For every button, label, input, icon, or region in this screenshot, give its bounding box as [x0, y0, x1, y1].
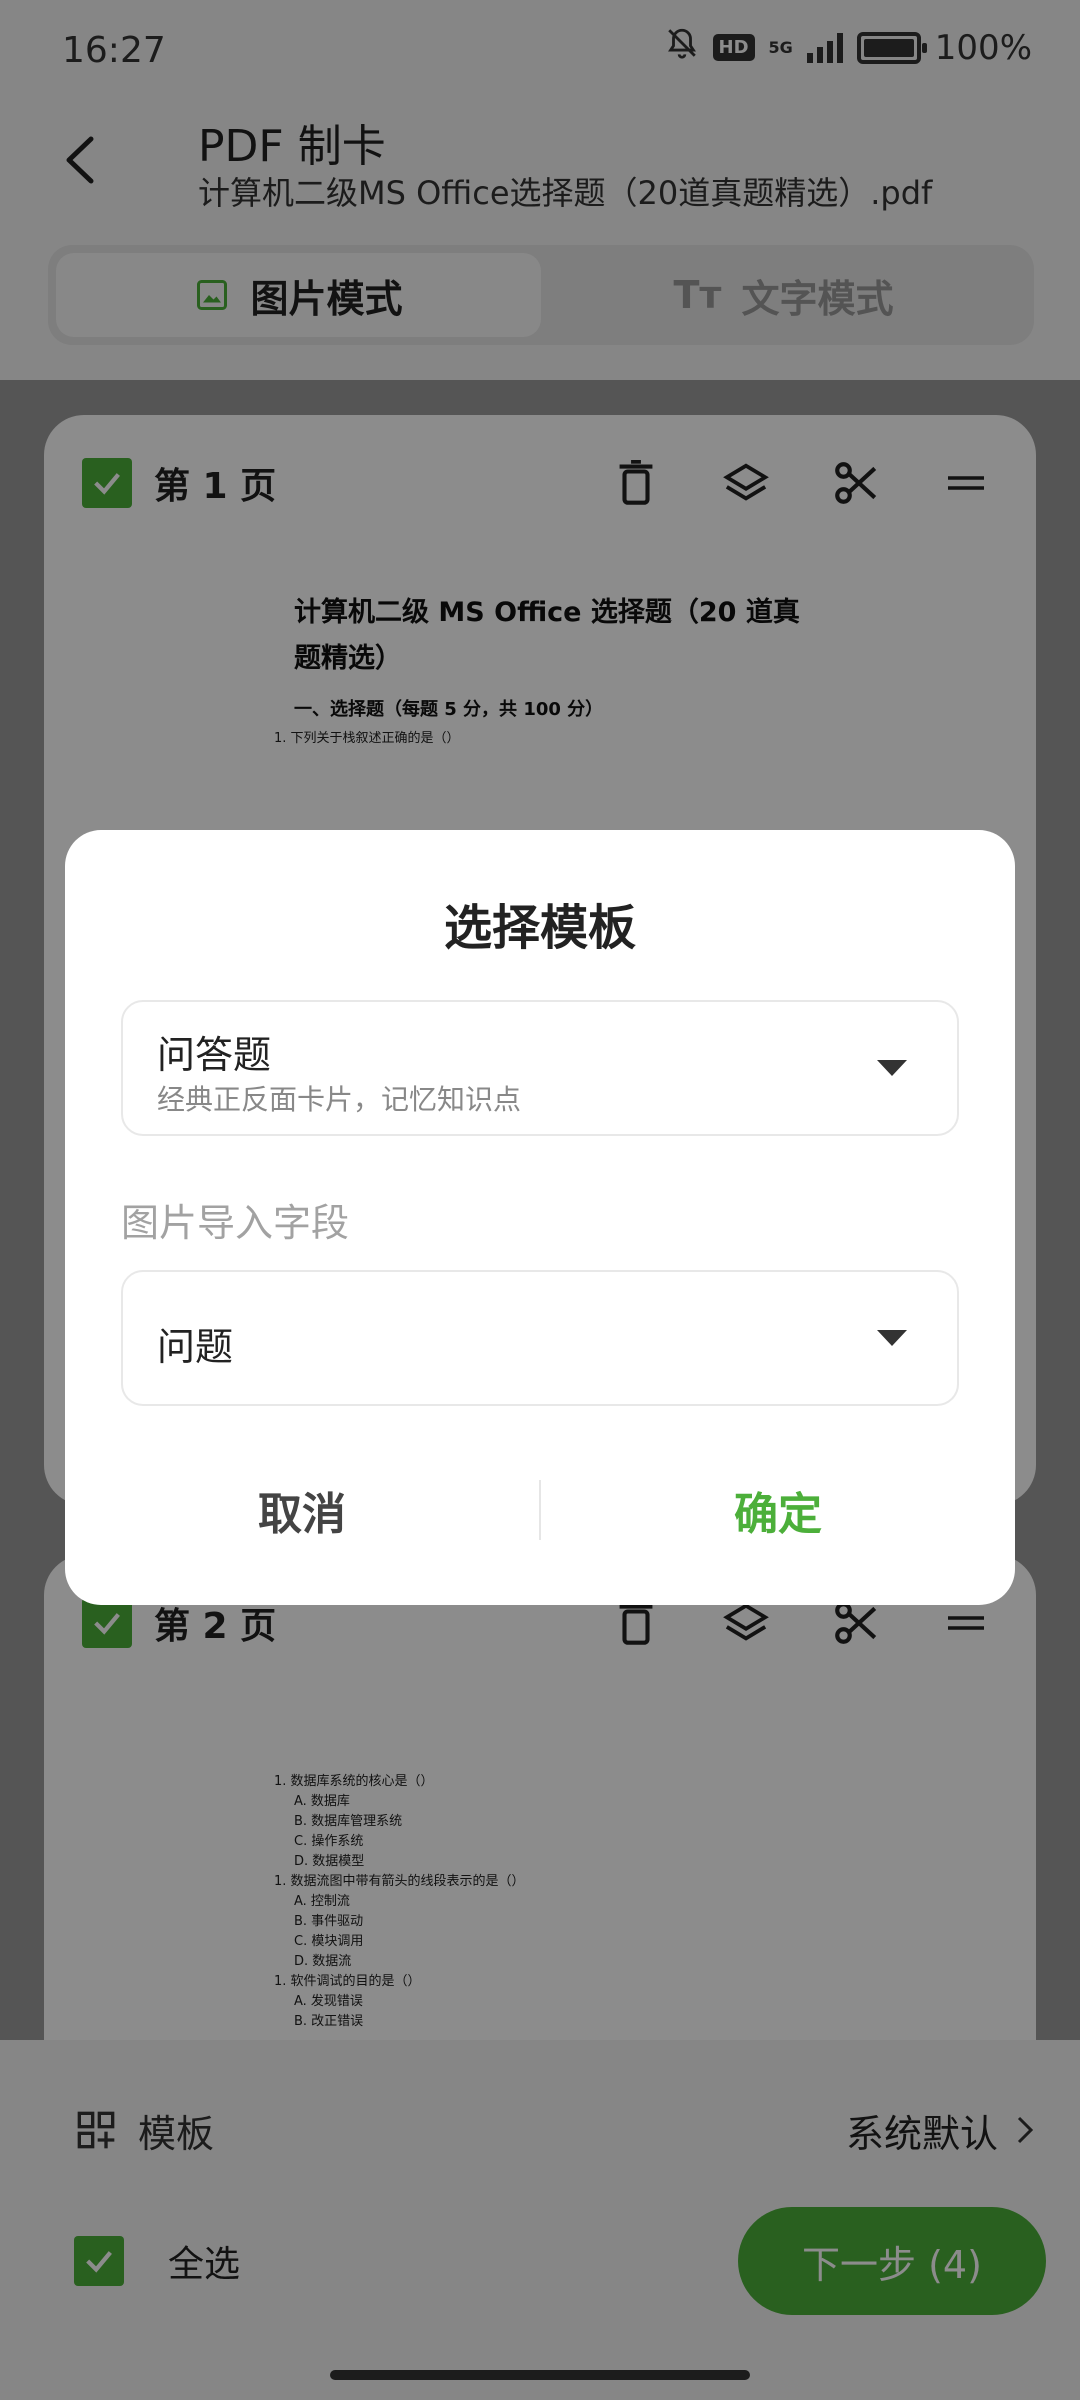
dropdown-arrow-icon [877, 1060, 907, 1076]
image-field-label: 图片导入字段 [121, 1201, 350, 1245]
dropdown-arrow-icon [877, 1330, 907, 1346]
select-template-dialog: 选择模板 问答题 经典正反面卡片，记忆知识点 图片导入字段 问题 取消 确定 [65, 830, 1015, 1605]
template-select[interactable]: 问答题 经典正反面卡片，记忆知识点 [121, 1000, 959, 1136]
cancel-button[interactable]: 取消 [65, 1478, 539, 1542]
field-select[interactable]: 问题 [121, 1270, 959, 1406]
template-select-value: 问答题 [157, 1033, 272, 1077]
dialog-title: 选择模板 [443, 900, 636, 956]
dialog-actions: 取消 确定 [65, 1470, 1015, 1550]
field-select-value: 问题 [157, 1325, 234, 1369]
confirm-button[interactable]: 确定 [541, 1478, 1015, 1542]
template-select-description: 经典正反面卡片，记忆知识点 [157, 1083, 522, 1116]
